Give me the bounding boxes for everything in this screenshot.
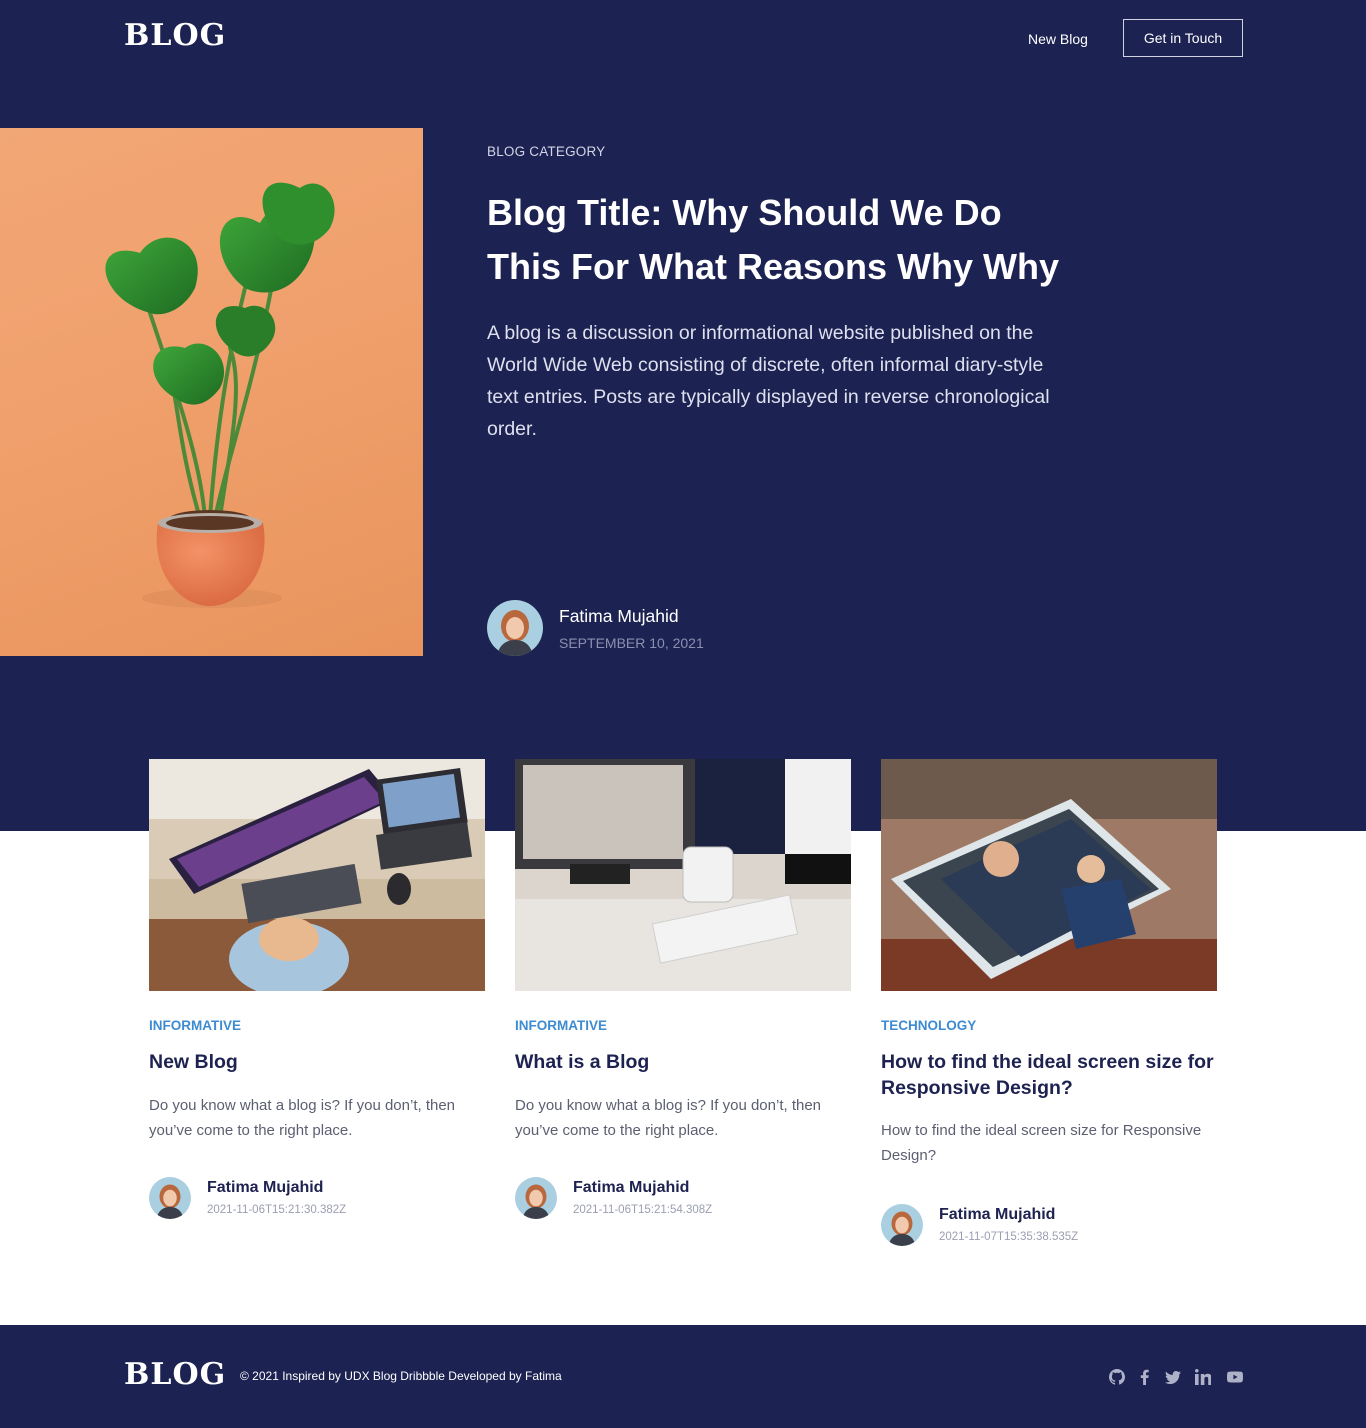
github-icon[interactable] [1108, 1368, 1126, 1386]
card-image[interactable] [149, 759, 485, 991]
card-category[interactable]: TECHNOLOGY [881, 1018, 976, 1033]
card-date: 2021-11-06T15:21:54.308Z [573, 1204, 713, 1216]
blog-card[interactable]: INFORMATIVE What is a Blog Do you know w… [515, 759, 851, 1219]
card-author-avatar [881, 1204, 923, 1246]
plant-illustration [105, 182, 335, 608]
facebook-icon[interactable] [1136, 1368, 1154, 1386]
twitter-icon[interactable] [1164, 1368, 1182, 1386]
hero-author-name: Fatima Mujahid [559, 606, 679, 626]
card-description: Do you know what a blog is? If you don’t… [149, 1097, 456, 1139]
card-image[interactable] [515, 759, 851, 991]
card-title[interactable]: How to find the ideal screen size for Re… [881, 1049, 1217, 1101]
hero-title[interactable]: Blog Title: Why Should We Do This For Wh… [487, 186, 1077, 294]
hero-image [0, 128, 423, 656]
card-author-name: Fatima Mujahid [573, 1179, 690, 1196]
hero-author-avatar [487, 600, 543, 656]
hero-description: A blog is a discussion or informational … [487, 322, 1050, 440]
card-author-avatar [149, 1177, 191, 1219]
tablet-image [881, 759, 1217, 991]
youtube-icon[interactable] [1226, 1368, 1244, 1386]
card-category[interactable]: INFORMATIVE [149, 1018, 241, 1033]
footer-logo[interactable]: BLOG [124, 1357, 226, 1392]
avatar-image [149, 1177, 191, 1219]
site-logo[interactable]: BLOG [124, 18, 226, 53]
hero-category: BLOG CATEGORY [487, 144, 606, 159]
avatar-image [515, 1177, 557, 1219]
desk-monitor-image [515, 759, 851, 991]
card-date: 2021-11-07T15:35:38.535Z [939, 1231, 1079, 1243]
card-author-avatar [515, 1177, 557, 1219]
avatar-image [881, 1204, 923, 1246]
linkedin-icon[interactable] [1194, 1368, 1212, 1386]
blog-card[interactable]: INFORMATIVE New Blog Do you know what a … [149, 759, 485, 1219]
desk-laptop-image [149, 759, 485, 991]
card-category[interactable]: INFORMATIVE [515, 1018, 607, 1033]
card-description: How to find the ideal screen size for Re… [881, 1122, 1202, 1164]
blog-card[interactable]: TECHNOLOGY How to find the ideal screen … [881, 759, 1217, 1246]
footer: BLOG © 2021 Inspired by UDX Blog Dribbbl… [0, 1325, 1366, 1428]
card-author-name: Fatima Mujahid [207, 1179, 324, 1196]
get-in-touch-button[interactable]: Get in Touch [1123, 19, 1243, 57]
card-description: Do you know what a blog is? If you don’t… [515, 1097, 822, 1139]
header-section: BLOG New Blog Get in Touch BLOG CATEGORY… [0, 0, 1366, 831]
card-date: 2021-11-06T15:21:30.382Z [207, 1204, 347, 1216]
card-title[interactable]: New Blog [149, 1049, 485, 1075]
hero-publish-date: SEPTEMBER 10, 2021 [559, 635, 704, 651]
nav-new-blog-link[interactable]: New Blog [1028, 31, 1088, 47]
card-title[interactable]: What is a Blog [515, 1049, 851, 1075]
card-author-name: Fatima Mujahid [939, 1206, 1056, 1223]
footer-copyright: © 2021 Inspired by UDX Blog Dribbble Dev… [240, 1369, 562, 1383]
card-image[interactable] [881, 759, 1217, 991]
avatar-image [487, 600, 543, 656]
